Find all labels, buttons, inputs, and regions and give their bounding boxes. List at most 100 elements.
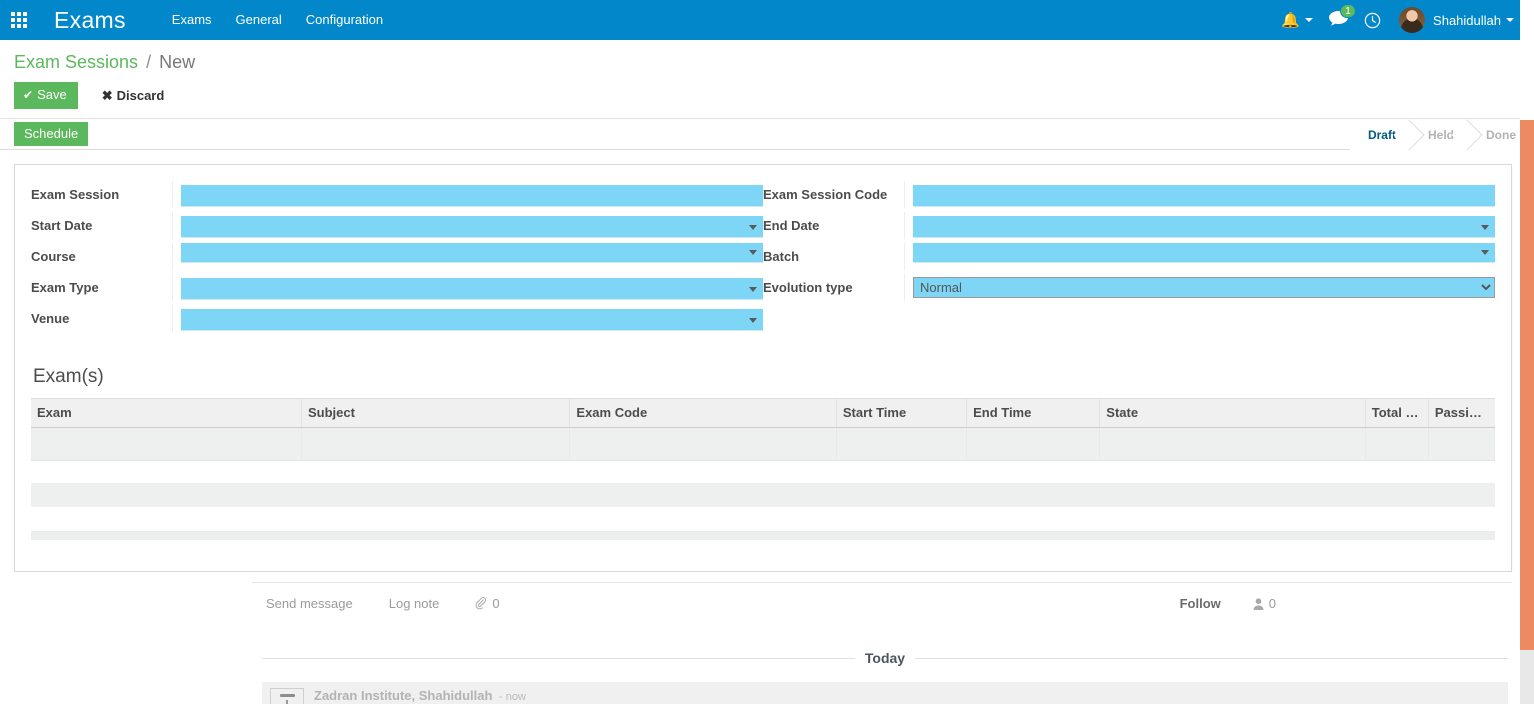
status-stages: Draft Held Done — [1349, 119, 1530, 150]
avatar — [1399, 7, 1426, 33]
cell-state[interactable] — [1099, 427, 1366, 461]
field-row-exam-type: Exam Type — [31, 274, 763, 301]
send-message-button[interactable]: Send message — [266, 596, 353, 611]
cell-exam-code[interactable] — [569, 427, 837, 461]
apps-grid-glyph — [11, 12, 27, 28]
form-column-left: Exam Session Start Date Course Exam Type… — [31, 181, 763, 336]
activities-bell-button[interactable]: 🔔 — [1273, 0, 1321, 40]
followers-button[interactable]: 0 — [1253, 596, 1276, 611]
column-header-total-marks[interactable]: Total M… — [1365, 398, 1429, 428]
chatter-panel: Send message Log note 0 Follow 0 Today Z… — [0, 572, 1534, 704]
venue-combo[interactable] — [181, 309, 763, 331]
exams-table-head: Exam Subject Exam Code Start Time End Ti… — [31, 398, 1495, 428]
clock-icon — [1364, 12, 1381, 28]
cell-end-time[interactable] — [966, 427, 1101, 461]
breadcrumb: Exam Sessions / New — [0, 40, 1534, 78]
status-stage-draft[interactable]: Draft — [1349, 119, 1410, 150]
menu-item-configuration[interactable]: Configuration — [294, 0, 395, 40]
field-row-end-date: End Date — [763, 212, 1495, 239]
clock-button[interactable] — [1356, 0, 1389, 40]
breadcrumb-parent-link[interactable]: Exam Sessions — [14, 52, 138, 72]
save-button[interactable]: ✔ Save — [14, 82, 78, 109]
start-date-combo[interactable] — [181, 216, 763, 238]
message-item: Zadran Institute, Shahidullah - now Crea… — [262, 682, 1508, 704]
evolution-type-select[interactable]: Normal — [913, 277, 1495, 298]
menu-item-exams[interactable]: Exams — [160, 0, 224, 40]
cell-passing-marks[interactable] — [1428, 427, 1496, 461]
exam-type-input[interactable] — [181, 278, 763, 300]
table-row[interactable] — [31, 427, 1496, 461]
follow-area: Follow 0 — [1174, 595, 1512, 612]
column-header-end-time[interactable]: End Time — [966, 398, 1101, 428]
breadcrumb-current: New — [159, 52, 196, 72]
exams-section: Exam(s) Exam Subject Exam Code Start Tim… — [31, 366, 1496, 540]
control-course — [172, 243, 763, 270]
column-header-exam-code[interactable]: Exam Code — [569, 398, 837, 428]
day-separator-label: Today — [864, 650, 906, 666]
control-start-date — [172, 212, 763, 239]
exam-type-combo[interactable] — [181, 278, 763, 300]
message-author[interactable]: Zadran Institute, Shahidullah — [314, 688, 492, 703]
page-scrollbar[interactable] — [1520, 0, 1534, 704]
exam-session-code-input[interactable] — [913, 185, 1495, 207]
scrollbar-track-bottom[interactable] — [1520, 650, 1534, 704]
schedule-button[interactable]: Schedule — [14, 122, 89, 146]
follow-button[interactable]: Follow — [1174, 595, 1227, 612]
discard-button[interactable]: ✖ Discard — [98, 83, 169, 109]
day-separator: Today — [252, 622, 1512, 666]
log-note-button[interactable]: Log note — [389, 596, 440, 611]
cell-exam[interactable] — [31, 427, 302, 461]
bell-icon: 🔔 — [1281, 11, 1301, 29]
status-bar: Schedule Draft Held Done — [0, 118, 1534, 150]
close-icon: ✖ — [101, 87, 113, 103]
attachments-button[interactable]: 0 — [475, 596, 500, 611]
sheet-background: Exam Session Start Date Course Exam Type… — [0, 150, 1534, 572]
chatter-toolbar: Send message Log note 0 Follow 0 — [252, 582, 1512, 622]
label-start-date: Start Date — [31, 218, 93, 233]
control-venue — [172, 305, 763, 332]
label-evolution-type: Evolution type — [763, 280, 853, 295]
messaging-button[interactable]: 1 — [1321, 0, 1357, 40]
user-icon — [1253, 597, 1264, 610]
course-combo[interactable] — [181, 243, 763, 263]
start-date-input[interactable] — [181, 216, 763, 238]
batch-input[interactable] — [913, 243, 1495, 263]
batch-combo[interactable] — [913, 243, 1495, 263]
label-exam-session-code: Exam Session Code — [763, 187, 888, 202]
apps-grid-icon[interactable] — [0, 0, 38, 40]
course-input[interactable] — [181, 243, 763, 263]
field-row-evolution-type: Evolution type Normal — [763, 274, 1495, 301]
label-end-date: End Date — [763, 218, 820, 233]
cell-total-marks[interactable] — [1365, 427, 1429, 461]
column-header-exam[interactable]: Exam — [31, 398, 302, 428]
paperclip-icon — [475, 597, 487, 610]
user-menu-button[interactable]: Shahidullah — [1389, 0, 1522, 40]
attachment-count: 0 — [492, 596, 500, 611]
field-row-exam-session: Exam Session — [31, 181, 763, 208]
save-button-label: Save — [37, 87, 67, 102]
field-row-batch: Batch — [763, 243, 1495, 270]
scrollbar-thumb[interactable] — [1520, 120, 1534, 650]
chevron-down-icon — [1305, 18, 1314, 22]
field-row-course: Course — [31, 243, 763, 270]
column-header-passing-marks[interactable]: Passin… — [1428, 398, 1495, 428]
app-brand-title[interactable]: Exams — [54, 7, 126, 34]
menu-item-general[interactable]: General — [224, 0, 294, 40]
column-header-start-time[interactable]: Start Time — [836, 398, 968, 428]
cell-subject[interactable] — [301, 427, 571, 461]
exam-session-input[interactable] — [181, 185, 763, 207]
column-header-state[interactable]: State — [1099, 398, 1366, 428]
main-menu: Exams General Configuration — [160, 0, 395, 40]
control-end-date — [904, 212, 1495, 239]
control-evolution-type: Normal — [904, 274, 1495, 301]
form-sheet: Exam Session Start Date Course Exam Type… — [14, 164, 1512, 572]
end-date-input[interactable] — [913, 216, 1495, 238]
cell-start-time[interactable] — [836, 427, 968, 461]
column-header-subject[interactable]: Subject — [301, 398, 571, 428]
field-row-venue: Venue — [31, 305, 763, 332]
control-batch — [904, 243, 1495, 270]
end-date-combo[interactable] — [913, 216, 1495, 238]
venue-input[interactable] — [181, 309, 763, 331]
discard-button-label: Discard — [116, 87, 165, 103]
top-navbar: Exams Exams General Configuration 🔔 1 Sh… — [0, 0, 1534, 40]
